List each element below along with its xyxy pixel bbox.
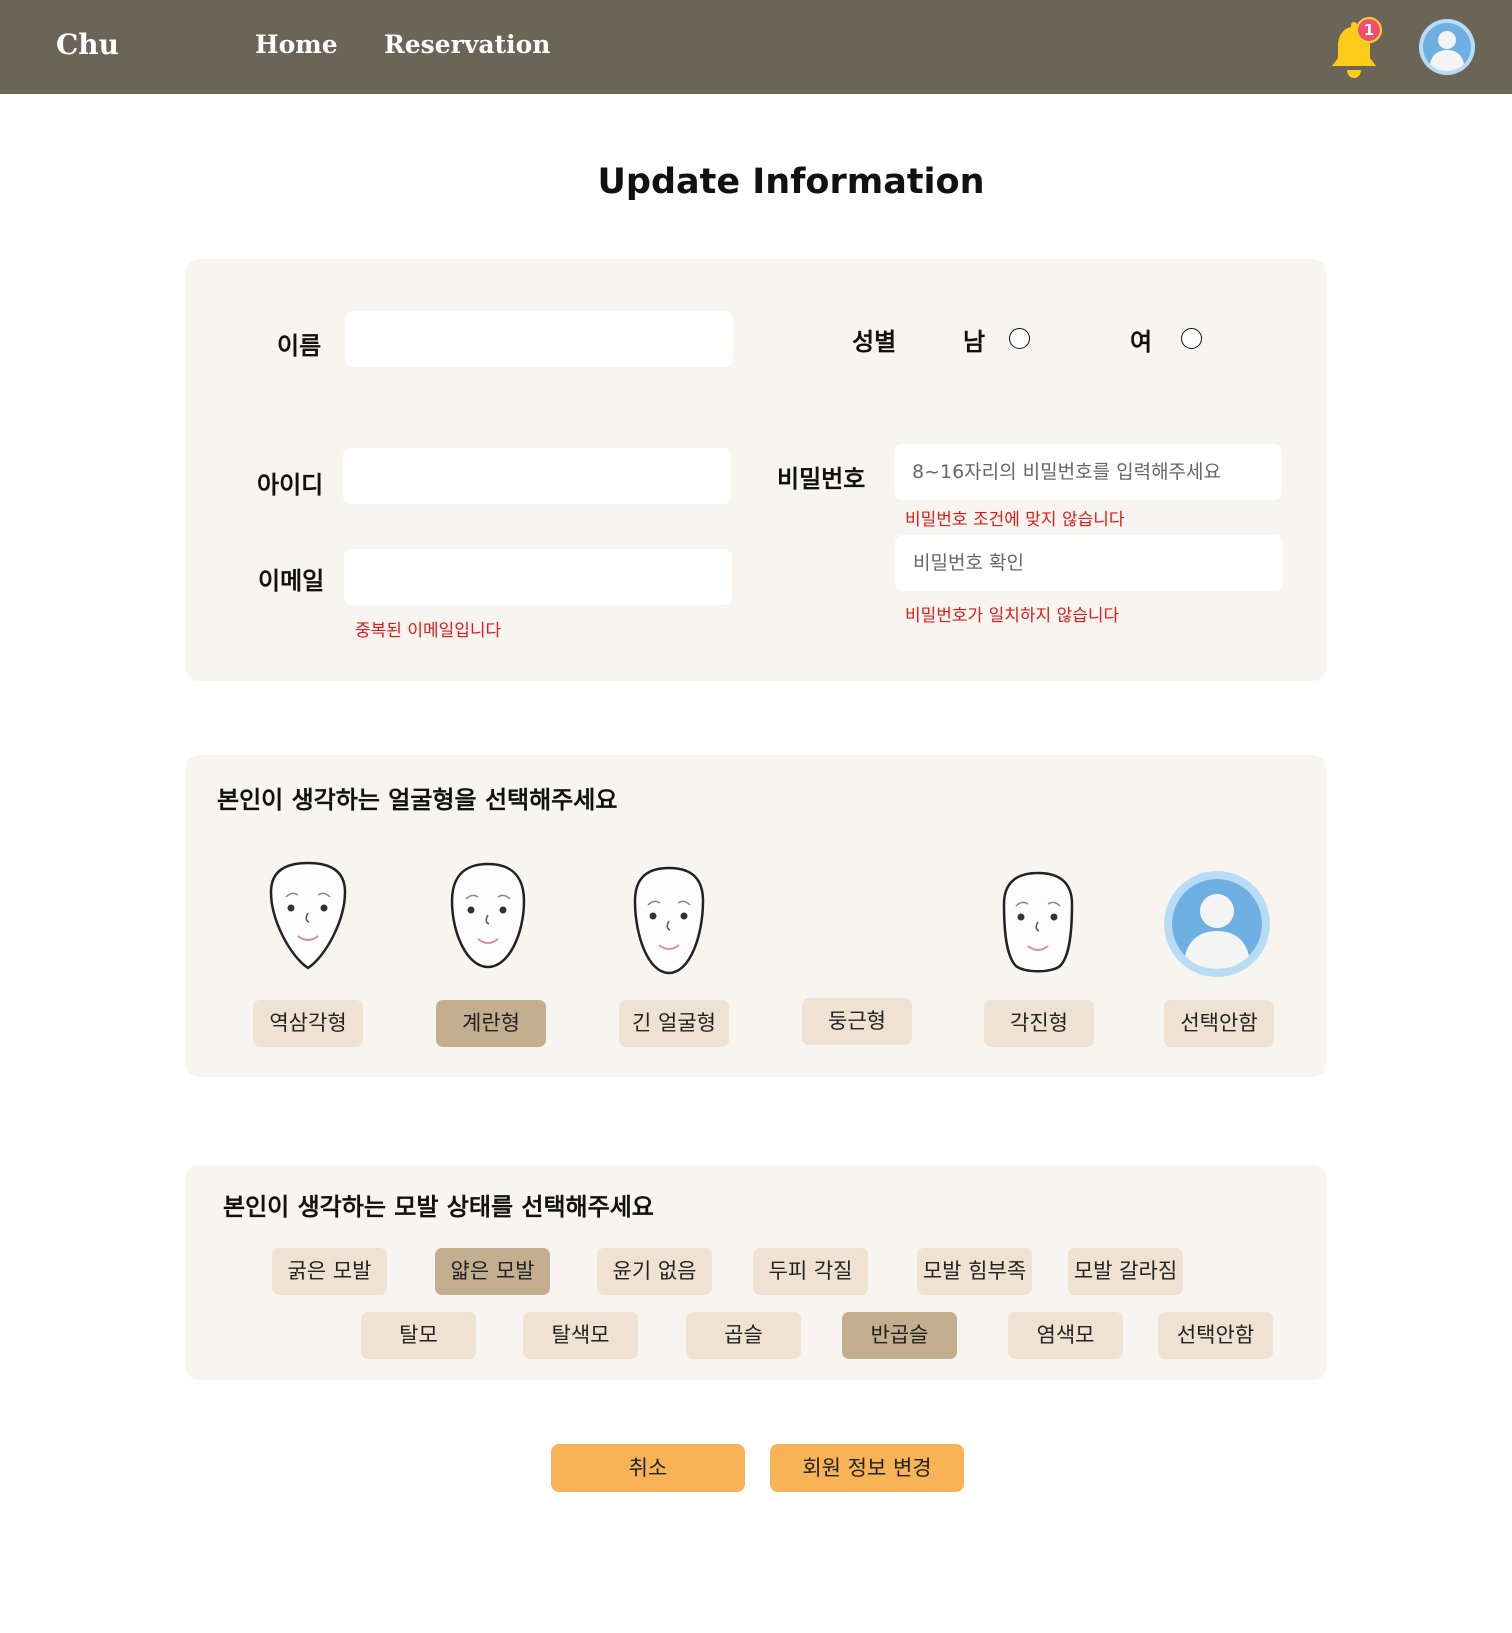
face-option-none[interactable]: 선택안함	[1164, 1000, 1274, 1047]
hair-option-hair-loss[interactable]: 탈모	[361, 1312, 476, 1359]
cancel-button[interactable]: 취소	[551, 1444, 745, 1492]
email-input[interactable]	[344, 549, 732, 605]
hair-condition-card: 본인이 생각하는 모발 상태를 선택해주세요 굵은 모발 얇은 모발 윤기 없음…	[185, 1165, 1327, 1380]
nav-link-home[interactable]: Home	[255, 30, 338, 59]
hair-option-bleached[interactable]: 탈색모	[523, 1312, 638, 1359]
password-error-message: 비밀번호 조건에 맞지 않습니다	[905, 510, 1125, 530]
password-confirm-error-message: 비밀번호가 일치하지 않습니다	[905, 606, 1120, 626]
gender-male-radio[interactable]	[1009, 328, 1030, 349]
password-input[interactable]	[894, 444, 1282, 500]
brand-logo[interactable]: Chu	[56, 28, 119, 61]
password-confirm-input[interactable]	[895, 535, 1283, 591]
square-face-icon	[1002, 871, 1074, 973]
nav-link-reservation[interactable]: Reservation	[384, 30, 550, 59]
inverted-triangle-face-icon	[269, 861, 347, 970]
name-input[interactable]	[345, 311, 733, 367]
email-error-message: 중복된 이메일입니다	[355, 621, 502, 641]
hair-option-curly[interactable]: 곱슬	[686, 1312, 801, 1359]
page-title: Update Information	[597, 162, 985, 202]
account-info-card: 이름 성별 남 여 아이디 이메일 중복된 이메일입니다 비밀번호 비밀번호 조…	[185, 259, 1327, 681]
gender-female-radio[interactable]	[1181, 328, 1202, 349]
face-shape-card: 본인이 생각하는 얼굴형을 선택해주세요 역삼각형 계란형 긴 얼굴형 둥근형 …	[185, 755, 1327, 1077]
notification-badge: 1	[1356, 17, 1382, 43]
gender-male-label: 남	[963, 328, 986, 356]
face-option-long[interactable]: 긴 얼굴형	[619, 1000, 729, 1047]
hair-option-scalp-flakes[interactable]: 두피 각질	[753, 1248, 868, 1295]
face-option-oval[interactable]: 계란형	[436, 1000, 546, 1047]
top-navigation-bar: Chu Home Reservation 1	[0, 0, 1512, 94]
hair-option-dyed[interactable]: 염색모	[1008, 1312, 1123, 1359]
update-member-info-button[interactable]: 회원 정보 변경	[770, 1444, 964, 1492]
gender-label: 성별	[852, 328, 897, 356]
hair-option-dull[interactable]: 윤기 없음	[597, 1248, 712, 1295]
long-face-icon	[633, 866, 705, 975]
email-label: 이메일	[258, 567, 325, 595]
face-option-inverted-triangle[interactable]: 역삼각형	[253, 1000, 363, 1047]
face-option-square[interactable]: 각진형	[984, 1000, 1094, 1047]
user-avatar-icon	[1164, 871, 1270, 977]
hair-condition-title: 본인이 생각하는 모발 상태를 선택해주세요	[223, 1193, 654, 1221]
password-label: 비밀번호	[777, 465, 866, 493]
user-avatar-icon[interactable]	[1418, 18, 1476, 76]
id-input[interactable]	[343, 448, 731, 504]
hair-option-weak[interactable]: 모발 힘부족	[917, 1248, 1032, 1295]
hair-option-wavy[interactable]: 반곱슬	[842, 1312, 957, 1359]
gender-female-label: 여	[1130, 328, 1153, 356]
hair-option-thick[interactable]: 굵은 모발	[272, 1248, 387, 1295]
hair-option-split-ends[interactable]: 모발 갈라짐	[1068, 1248, 1183, 1295]
name-label: 이름	[277, 332, 322, 360]
face-shape-title: 본인이 생각하는 얼굴형을 선택해주세요	[217, 786, 618, 814]
oval-face-icon	[450, 862, 526, 969]
id-label: 아이디	[257, 471, 324, 499]
face-option-round[interactable]: 둥근형	[802, 998, 912, 1045]
hair-option-none[interactable]: 선택안함	[1158, 1312, 1273, 1359]
hair-option-thin[interactable]: 얇은 모발	[435, 1248, 550, 1295]
